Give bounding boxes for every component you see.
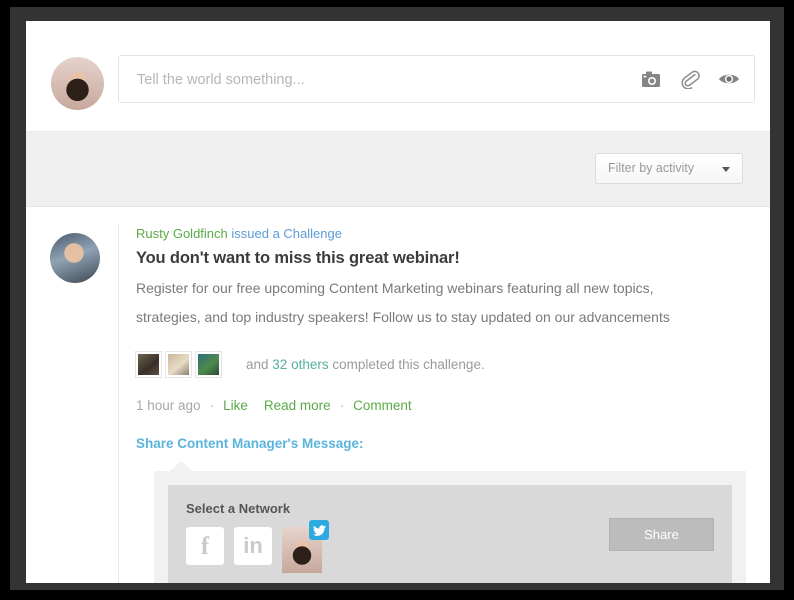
post-title: You don't want to miss this great webina…: [136, 246, 750, 270]
participants-summary: and 32 others completed this challenge.: [246, 357, 485, 372]
feed-post: Rusty Goldfinch issued a Challenge You d…: [26, 225, 770, 583]
chevron-down-icon: [722, 167, 730, 172]
participant-thumbnails: [136, 352, 221, 377]
share-panel-caret: [170, 461, 192, 471]
visibility-icon[interactable]: [718, 68, 740, 90]
composer-icon-group: [640, 68, 740, 90]
participant-avatar[interactable]: [136, 352, 161, 377]
post-body: Rusty Goldfinch issued a Challenge You d…: [136, 225, 770, 583]
facebook-network-button[interactable]: f: [186, 527, 224, 565]
attachment-icon[interactable]: [679, 68, 701, 90]
linkedin-network-button[interactable]: in: [234, 527, 272, 565]
activity-feed: Rusty Goldfinch issued a Challenge You d…: [26, 207, 770, 583]
participant-avatar[interactable]: [196, 352, 221, 377]
post-timestamp: 1 hour ago: [136, 398, 201, 413]
composer-input[interactable]: [135, 56, 619, 104]
action-separator: ·: [210, 398, 215, 413]
post-action-type: issued a Challenge: [231, 226, 342, 241]
avatar-image: [51, 57, 104, 110]
camera-icon[interactable]: [640, 68, 662, 90]
screen-root: Filter by activity Rusty Goldfinch issue…: [0, 0, 794, 600]
post-author-avatar[interactable]: [50, 233, 100, 283]
current-user-avatar[interactable]: [51, 57, 104, 110]
participant-avatar[interactable]: [166, 352, 191, 377]
avatar-image: [50, 233, 100, 283]
twitter-icon: [309, 520, 329, 540]
composer-input-wrapper[interactable]: [118, 55, 755, 103]
facebook-icon: f: [201, 534, 209, 559]
like-link[interactable]: Like: [223, 398, 248, 413]
avatar-image: [138, 354, 159, 375]
participants-prefix: and: [246, 357, 269, 372]
page-viewport: Filter by activity Rusty Goldfinch issue…: [26, 21, 770, 583]
linkedin-icon: in: [243, 535, 263, 557]
post-actions-row: 1 hour ago · Like Read more · Comment: [136, 398, 750, 413]
filter-by-activity-dropdown[interactable]: Filter by activity: [595, 153, 743, 184]
avatar-image: [168, 354, 189, 375]
participants-suffix: completed this challenge.: [332, 357, 484, 372]
participants-row: and 32 others completed this challenge.: [136, 352, 750, 377]
post-divider: [118, 225, 119, 583]
twitter-network-button[interactable]: [282, 527, 322, 573]
share-panel: Select a Network f in: [154, 471, 746, 583]
action-separator: ·: [340, 398, 345, 413]
share-panel-inner: Select a Network f in: [168, 485, 732, 583]
comment-link[interactable]: Comment: [353, 398, 412, 413]
others-count-link[interactable]: 32 others: [272, 357, 328, 372]
share-message-header[interactable]: Share Content Manager's Message:: [136, 436, 750, 451]
composer-bar: [26, 21, 770, 131]
read-more-link[interactable]: Read more: [264, 398, 331, 413]
post-author-name[interactable]: Rusty Goldfinch: [136, 226, 228, 241]
filter-selected-label: Filter by activity: [608, 161, 694, 175]
post-text: Register for our free upcoming Content M…: [136, 274, 721, 332]
avatar-image: [198, 354, 219, 375]
select-network-label: Select a Network: [186, 501, 714, 516]
share-button[interactable]: Share: [609, 518, 714, 551]
post-meta: Rusty Goldfinch issued a Challenge: [136, 225, 750, 243]
browser-frame: Filter by activity Rusty Goldfinch issue…: [10, 7, 784, 590]
filter-bar: Filter by activity: [26, 131, 770, 207]
